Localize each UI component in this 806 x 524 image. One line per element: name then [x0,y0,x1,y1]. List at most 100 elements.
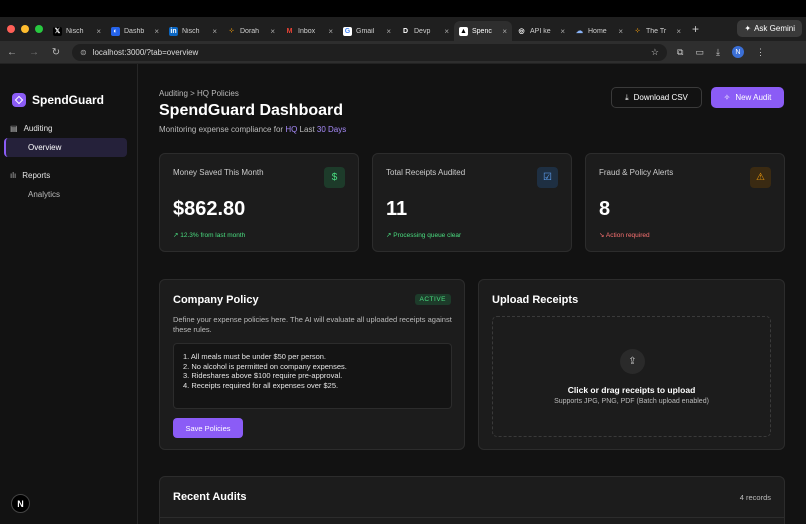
policy-rule: 3. Rideshares above $100 require pre-app… [183,371,343,380]
policy-rule: 2. No alcohol is permitted on company ex… [183,361,347,371]
status-badge: ACTIVE [414,294,451,305]
tab-label: Devp [414,27,431,35]
sparkle-icon: ✦ [744,24,752,33]
close-tab-icon[interactable]: × [618,27,623,36]
dots-icon: ⁘ [228,28,235,35]
browser-tab[interactable]: D Devp × [396,21,454,41]
ask-gemini-label: Ask Gemini [754,24,795,33]
browser-tab[interactable]: ▲ Spenc × [454,21,512,41]
policy-rules-textarea[interactable]: 1. All meals must be under $50 per perso… [173,343,452,409]
recent-audits-card: Recent Audits 4 records [159,476,785,524]
stat-value: 11 [386,198,408,220]
new-tab-button[interactable]: + [692,22,699,36]
minimize-window-button[interactable] [21,25,29,33]
reload-icon[interactable]: ↻ [50,47,62,58]
subtitle-prefix: Monitoring expense compliance for [159,125,284,134]
tab-label: Nisch [66,27,84,35]
extensions-icon[interactable]: ⧉ [677,47,683,58]
close-tab-icon[interactable]: × [676,27,681,36]
date-range-selector[interactable]: 30 Days [317,125,346,134]
policy-rule: 1. All meals must be under $50 per perso… [183,352,326,361]
location-selector[interactable]: HQ [285,125,297,134]
close-tab-icon[interactable]: × [270,27,275,36]
sparkle-icon: ✧ [723,93,731,102]
browser-tab[interactable]: ⁘ The Tr × [628,21,686,41]
back-icon[interactable]: ← [6,47,18,58]
checkbox-icon: ☑ [537,167,558,188]
browser-tab[interactable]: ☁ Home × [570,21,628,41]
browser-tab[interactable]: ◐ Dashb × [106,21,164,41]
window-controls [0,25,48,33]
linkedin-icon: in [169,26,178,36]
ask-gemini-button[interactable]: ✦ Ask Gemini [737,20,802,37]
bar-chart-icon: ılı [10,171,17,180]
browser-tab[interactable]: M Inbox × [280,21,338,41]
next-dev-badge[interactable]: N [11,494,30,513]
browser-tab[interactable]: 𝕏 Nisch × [48,21,106,41]
sidebar-section-reports: ılı Reports Analytics [0,157,137,204]
upload-icon: ⇪ [620,349,645,374]
url-text: localhost:3000/?tab=overview [92,47,199,57]
sidebar-section-auditing: ▤ Auditing Overview [0,116,137,157]
tab-label: Spenc [472,27,492,35]
forward-icon[interactable]: → [28,47,40,58]
divider [160,517,784,518]
tab-label: Gmail [356,27,375,35]
sidebar-section-header-reports[interactable]: ılı Reports [10,171,127,180]
profile-avatar[interactable]: N [731,46,744,58]
records-count: 4 records [739,493,771,502]
address-bar[interactable]: ⊜ localhost:3000/?tab=overview ☆ [72,43,667,61]
dots-icon: ⁘ [634,28,641,35]
save-policies-button[interactable]: Save Policies [173,418,243,438]
download-csv-button[interactable]: ⤓ Download CSV [611,87,702,108]
close-tab-icon[interactable]: × [444,27,449,36]
browser-tab[interactable]: G Gmail × [338,21,396,41]
bookmark-star-icon[interactable]: ☆ [651,47,659,58]
download-icon[interactable]: ⤓ [716,47,720,58]
close-tab-icon[interactable]: × [154,27,159,36]
menu-icon[interactable]: ⋮ [756,47,765,58]
browser-tab[interactable]: in Nisch × [164,21,222,41]
stat-note-text: Action required [605,232,650,239]
sidebar-item-analytics[interactable]: Analytics [10,185,127,204]
tab-label: Dorah [240,27,260,35]
sidebar-section-label: Reports [22,171,51,180]
site-info-icon[interactable]: ⊜ [80,48,87,57]
main-content: Auditing > HQ Policies SpendGuard Dashbo… [138,64,806,524]
close-tab-icon[interactable]: × [96,27,101,36]
stat-label: Total Receipts Audited [386,168,466,177]
close-tab-icon[interactable]: × [502,27,507,36]
browser-tab[interactable]: ⁘ Dorah × [222,21,280,41]
sidebar-item-overview[interactable]: Overview [4,138,127,157]
subtitle-last: Last [299,125,315,134]
stat-value: $862.80 [173,198,246,220]
toolbar-actions: ⧉ ▭ ⤓ N ⋮ [677,46,765,58]
maximize-window-button[interactable] [35,25,43,33]
sidebar-section-header-auditing[interactable]: ▤ Auditing [10,124,127,133]
company-policy-card: Company Policy ACTIVE Define your expens… [159,279,465,450]
dropzone-title: Click or drag receipts to upload [567,385,696,395]
stat-card-fraud-alerts: Fraud & Policy Alerts ⚠ 8 ↘ Action requi… [585,153,785,252]
close-tab-icon[interactable]: × [328,27,333,36]
policy-description: Define your expense policies here. The A… [173,315,452,334]
card-title: Recent Audits [173,491,247,503]
close-tab-icon[interactable]: × [212,27,217,36]
breadcrumb: Auditing > HQ Policies [159,89,239,98]
new-audit-button[interactable]: ✧ New Audit [711,87,784,108]
brand[interactable]: SpendGuard [0,64,137,116]
stat-card-money-saved: Money Saved This Month $ $862.80 ↗ 12.3%… [159,153,359,252]
close-window-button[interactable] [7,25,15,33]
side-panel-icon[interactable]: ▭ [695,47,704,58]
triangle-icon: ▲ [459,26,468,36]
tab-label: Nisch [182,27,200,35]
upload-receipts-card: Upload Receipts ⇪ Click or drag receipts… [478,279,785,450]
new-audit-label: New Audit [735,93,772,102]
stat-value: 8 [599,198,611,220]
close-tab-icon[interactable]: × [386,27,391,36]
receipt-dropzone[interactable]: ⇪ Click or drag receipts to upload Suppo… [492,316,771,437]
stat-note-text: 12.3% from last month [180,232,246,239]
clipboard-icon: ▤ [10,124,18,133]
x-logo-icon: 𝕏 [53,26,62,36]
browser-tab[interactable]: ◎ API ke × [512,21,570,41]
close-tab-icon[interactable]: × [560,27,565,36]
